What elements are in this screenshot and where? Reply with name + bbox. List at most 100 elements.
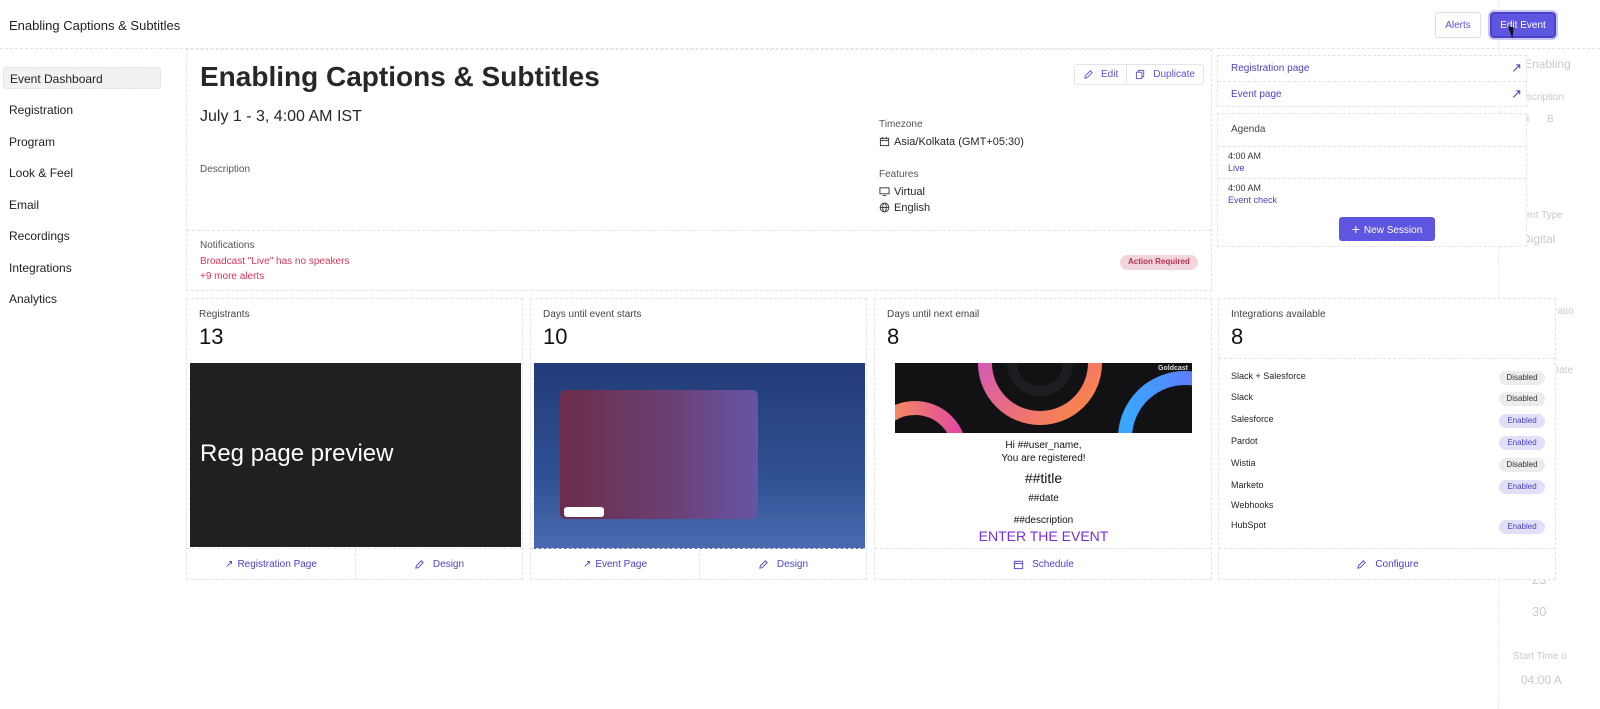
timezone-text: Asia/Kolkata (GMT+05:30) [894, 136, 1024, 148]
email-greeting: Hi ##user_name, [1005, 440, 1082, 451]
event-page-button-label: Event Page [595, 559, 648, 570]
registration-page-button-label: Registration Page [237, 559, 317, 570]
registration-page-link[interactable]: Registration page ↗ [1218, 56, 1526, 81]
more-alerts-link[interactable]: +9 more alerts [200, 271, 264, 282]
email-description-placeholder: ##description [1013, 515, 1074, 526]
edit-button[interactable]: Edit [1075, 65, 1126, 84]
edit-label: Edit [1101, 69, 1119, 80]
status-badge: Disabled [1499, 392, 1545, 406]
calendar-icon [879, 136, 890, 147]
pencil-icon [1357, 560, 1367, 569]
registration-page-label: Registration page [1231, 63, 1310, 74]
integration-row[interactable]: Slack Disabled [1231, 392, 1545, 408]
feature-virtual: Virtual [879, 186, 925, 198]
configure-button[interactable]: Configure [1219, 549, 1556, 580]
pencil-icon [759, 560, 768, 569]
duplicate-button[interactable]: Duplicate [1126, 65, 1203, 84]
design-button[interactable]: Design [699, 549, 867, 580]
status-badge: Disabled [1499, 458, 1545, 472]
integrations-card: Integrations available 8 Slack + Salesfo… [1218, 298, 1556, 580]
status-badge: Enabled [1499, 414, 1545, 428]
design-button-label: Design [432, 559, 465, 570]
days-until-start-count: 10 [543, 324, 568, 349]
brand-logo-text: Goldcast [1158, 365, 1188, 372]
description-label: Description [200, 164, 251, 175]
arrow-up-right-icon: ↗ [1511, 86, 1522, 101]
sidebar-item-look-and-feel[interactable]: Look & Feel [3, 162, 161, 184]
email-date-placeholder: ##date [1028, 493, 1059, 504]
globe-icon [879, 202, 890, 213]
edit-event-button[interactable]: Edit Event [1490, 12, 1556, 38]
status-badge: Disabled [1499, 371, 1545, 385]
notifications-label: Notifications [200, 240, 255, 251]
agenda-time: 4:00 AM [1228, 183, 1262, 193]
agenda-item[interactable]: 4:00 AM Event check [1218, 178, 1526, 210]
days-until-start-card: Days until event starts 10 ↗ Event Page D… [530, 298, 867, 580]
email-banner-image: Goldcast [895, 363, 1192, 433]
configure-button-label: Configure [1375, 559, 1419, 570]
arcs-graphic [895, 363, 1192, 433]
integration-row[interactable]: Webhooks [1231, 500, 1545, 516]
event-page-preview-image [534, 363, 865, 549]
sidebar-item-event-dashboard[interactable]: Event Dashboard [3, 67, 161, 89]
registrants-label: Registrants [199, 309, 250, 320]
event-actions: Edit Duplicate [1074, 64, 1204, 85]
integration-row[interactable]: Salesforce Enabled [1231, 414, 1545, 430]
event-page-label: Event page [1231, 89, 1282, 100]
integration-row[interactable]: Pardot Enabled [1231, 436, 1545, 452]
days-until-email-label: Days until next email [887, 309, 980, 320]
agenda-session-name: Live [1228, 163, 1245, 173]
status-badge: Enabled [1499, 520, 1545, 534]
pencil-icon [1084, 70, 1093, 79]
timezone-label: Timezone [879, 119, 923, 130]
ghost-cal-num-4: 30 [1532, 604, 1547, 619]
event-page-link[interactable]: Event page ↗ [1218, 81, 1526, 106]
feature-english-text: English [894, 202, 931, 214]
days-until-email-card: Days until next email 8 Goldcast Hi ##us… [874, 298, 1212, 580]
integration-row[interactable]: Slack + Salesforce Disabled [1231, 371, 1545, 387]
design-button-label: Design [776, 559, 809, 570]
schedule-button[interactable]: Schedule [875, 549, 1212, 580]
sidebar-item-registration[interactable]: Registration [3, 99, 161, 121]
agenda-card: Agenda 4:00 AM Live 4:00 AM Event check … [1217, 113, 1527, 247]
calendar-icon [1014, 560, 1024, 570]
page-links-card: Registration page ↗ Event page ↗ [1217, 55, 1527, 107]
event-title: Enabling Captions & Subtitles [200, 61, 600, 92]
stage-button [564, 507, 604, 517]
integration-name: Marketo [1231, 480, 1264, 490]
integration-name: Salesforce [1231, 414, 1274, 424]
event-page-button[interactable]: ↗ Event Page [531, 549, 699, 580]
integration-name: Pardot [1231, 436, 1258, 446]
sidebar-item-program[interactable]: Program [3, 131, 161, 153]
agenda-title: Agenda [1231, 124, 1266, 135]
integration-name: Webhooks [1231, 500, 1274, 510]
agenda-item[interactable]: 4:00 AM Live [1218, 146, 1526, 178]
event-summary-card: Enabling Captions & Subtitles July 1 - 3… [186, 49, 1212, 291]
duplicate-label: Duplicate [1153, 69, 1195, 80]
divider [1219, 358, 1555, 359]
registrants-card: Registrants 13 Reg page preview ↗ Registr… [186, 298, 523, 580]
agenda-time: 4:00 AM [1228, 151, 1262, 161]
sidebar-item-analytics[interactable]: Analytics [3, 288, 161, 310]
notification-message[interactable]: Broadcast "Live" has no speakers [200, 256, 349, 267]
email-registered: You are registered! [1001, 453, 1086, 464]
sidebar-item-integrations[interactable]: Integrations [3, 257, 161, 279]
days-until-email-count: 8 [887, 324, 900, 349]
integration-row[interactable]: Wistia Disabled [1231, 458, 1545, 474]
integration-row[interactable]: Marketo Enabled [1231, 480, 1545, 496]
sidebar-item-recordings[interactable]: Recordings [3, 225, 161, 247]
arrow-up-right-icon: ↗ [582, 559, 592, 570]
ghost-start-time: Start Time o [1513, 651, 1567, 662]
alerts-button[interactable]: Alerts [1435, 12, 1481, 38]
arrow-up-right-icon: ↗ [1511, 60, 1522, 75]
registration-page-button[interactable]: ↗ Registration Page [187, 549, 355, 580]
ghost-event-type-value: Digital [1522, 232, 1556, 246]
app-title: Enabling Captions & Subtitles [9, 18, 181, 33]
ghost-fmt-b: B [1547, 114, 1554, 125]
integration-name: Slack + Salesforce [1231, 371, 1306, 381]
new-session-button[interactable]: + New Session [1339, 217, 1435, 241]
integration-row[interactable]: HubSpot Enabled [1231, 520, 1545, 536]
sidebar-item-email[interactable]: Email [3, 194, 161, 216]
design-button[interactable]: Design [355, 549, 523, 580]
arrow-up-right-icon: ↗ [225, 559, 234, 570]
